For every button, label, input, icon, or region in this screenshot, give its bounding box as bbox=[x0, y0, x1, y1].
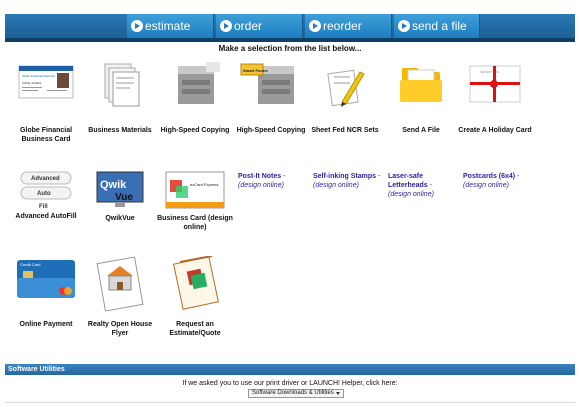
smart-forms-copier-icon: Smart Forms bbox=[238, 62, 304, 122]
item-label: Realty Open House Flyer bbox=[87, 321, 153, 337]
nav-send-file-label: send a file bbox=[412, 19, 467, 33]
smart-forms-text: Smart Forms bbox=[243, 68, 268, 73]
nav-order-button[interactable]: order bbox=[216, 14, 303, 38]
item-label: High-Speed Copying bbox=[236, 127, 306, 134]
software-downloads-select[interactable]: Software Downloads & Utilities bbox=[248, 389, 344, 398]
copier-icon bbox=[162, 62, 228, 122]
item-create-holiday-card[interactable]: Sample Text Create A Holiday Card bbox=[457, 62, 533, 135]
select-value: Software Downloads & Utilities bbox=[252, 390, 334, 396]
link-sep: - bbox=[515, 173, 520, 180]
item-qwikvue[interactable]: Qwik Vue QwikVue bbox=[82, 170, 158, 223]
instruction-text: Make a selection from the list below... bbox=[218, 44, 362, 53]
credit-card-icon: Credit Card bbox=[13, 256, 79, 316]
autofill-icon: Advanced Auto Fill bbox=[13, 170, 79, 230]
item-advanced-autofill[interactable]: Advanced Auto Fill Advanced AutoFill bbox=[8, 170, 84, 221]
ezcard-icon: ezCard Express bbox=[162, 170, 228, 210]
link-postcards[interactable]: Postcards (6x4) - (design online) bbox=[463, 172, 535, 190]
link-title: Post-It Notes bbox=[238, 173, 282, 180]
link-note: (design online) bbox=[238, 182, 284, 189]
top-navigation: estimate order reorder send a file bbox=[0, 0, 580, 42]
link-note: (design online) bbox=[388, 191, 434, 198]
globe-card-title: Globe Financial Partners bbox=[22, 74, 56, 78]
item-label: Business Materials bbox=[88, 127, 152, 134]
item-label: Business Card (design online) bbox=[157, 215, 233, 231]
documents-icon bbox=[87, 62, 153, 122]
item-business-card-design-online[interactable]: ezCard Express Business Card (design onl… bbox=[157, 170, 233, 232]
link-title: Self-inking Stamps bbox=[313, 173, 377, 180]
item-label: Send A File bbox=[402, 127, 440, 134]
item-label: Create A Holiday Card bbox=[458, 127, 532, 134]
link-note: (design online) bbox=[313, 182, 359, 189]
item-label: QwikVue bbox=[105, 215, 135, 222]
item-online-payment[interactable]: Credit Card Online Payment bbox=[8, 256, 84, 329]
pencil-paper-icon bbox=[312, 62, 378, 122]
item-realty-flyer[interactable]: Realty Open House Flyer bbox=[82, 256, 158, 338]
sample-text: Sample Text bbox=[480, 70, 499, 74]
item-label: Sheet Fed NCR Sets bbox=[311, 127, 379, 134]
globe-card-name: KATIE JONES bbox=[22, 81, 41, 85]
link-sep: - bbox=[281, 173, 286, 180]
item-send-a-file[interactable]: Send A File bbox=[383, 62, 459, 135]
item-globe-business-card[interactable]: Globe Financial Partners KATIE JONES Glo… bbox=[8, 62, 84, 144]
nav-estimate-button[interactable]: estimate bbox=[127, 14, 214, 38]
qwikvue-monitor-icon: Qwik Vue bbox=[87, 170, 153, 210]
arrow-right-icon bbox=[131, 20, 143, 32]
item-label: Online Payment bbox=[19, 321, 73, 328]
nav-reorder-label: reorder bbox=[323, 19, 362, 33]
divider bbox=[5, 402, 575, 403]
link-title: Laser-safe Letterheads bbox=[388, 173, 428, 189]
item-sheet-fed-ncr[interactable]: Sheet Fed NCR Sets bbox=[307, 62, 383, 135]
arrow-right-icon bbox=[309, 20, 321, 32]
house-flyer-icon bbox=[87, 256, 153, 316]
link-laser-safe-letterheads[interactable]: Laser-safe Letterheads - (design online) bbox=[388, 172, 460, 199]
item-label: High-Speed Copying bbox=[160, 127, 230, 134]
business-card-thumbnail: Globe Financial Partners KATIE JONES bbox=[13, 62, 79, 122]
advanced-text: Advanced bbox=[31, 176, 60, 182]
chevron-down-icon bbox=[336, 392, 340, 395]
nav-reorder-button[interactable]: reorder bbox=[305, 14, 392, 38]
holiday-card-icon: Sample Text bbox=[462, 62, 528, 122]
nav-bottom-strip bbox=[5, 38, 575, 42]
item-request-estimate[interactable]: Request an Estimate/Quote bbox=[157, 255, 233, 338]
qwik-text: Qwik bbox=[100, 179, 127, 191]
credit-card-text: Credit Card bbox=[20, 262, 40, 267]
item-label: Request an Estimate/Quote bbox=[169, 321, 221, 337]
fill-text: Fill bbox=[39, 204, 48, 210]
arrow-right-icon bbox=[398, 20, 410, 32]
ezcard-text: ezCard Express bbox=[190, 182, 218, 187]
link-sep: - bbox=[427, 182, 432, 189]
notepad-icon bbox=[162, 255, 228, 316]
item-business-materials[interactable]: Business Materials bbox=[82, 62, 158, 135]
utilities-prompt: If we asked you to use our print driver … bbox=[182, 380, 398, 387]
auto-text: Auto bbox=[37, 191, 51, 197]
nav-order-label: order bbox=[234, 19, 263, 33]
nav-estimate-label: estimate bbox=[145, 19, 191, 33]
link-sep: - bbox=[376, 173, 381, 180]
vue-text: Vue bbox=[115, 192, 133, 203]
item-high-speed-copying[interactable]: High-Speed Copying bbox=[157, 62, 233, 135]
link-title: Postcards (6x4) bbox=[463, 173, 516, 180]
item-high-speed-copying-smart-forms[interactable]: Smart Forms High-Speed Copying bbox=[233, 62, 309, 135]
folder-icon bbox=[388, 62, 454, 122]
nav-send-file-button[interactable]: send a file bbox=[394, 14, 480, 38]
item-label: Globe Financial Business Card bbox=[19, 127, 73, 143]
link-note: (design online) bbox=[463, 182, 509, 189]
arrow-right-icon bbox=[220, 20, 232, 32]
link-post-it-notes[interactable]: Post-It Notes - (design online) bbox=[238, 172, 310, 190]
software-utilities-header: Software Utilities bbox=[5, 364, 575, 375]
link-self-inking-stamps[interactable]: Self-inking Stamps - (design online) bbox=[313, 172, 385, 190]
